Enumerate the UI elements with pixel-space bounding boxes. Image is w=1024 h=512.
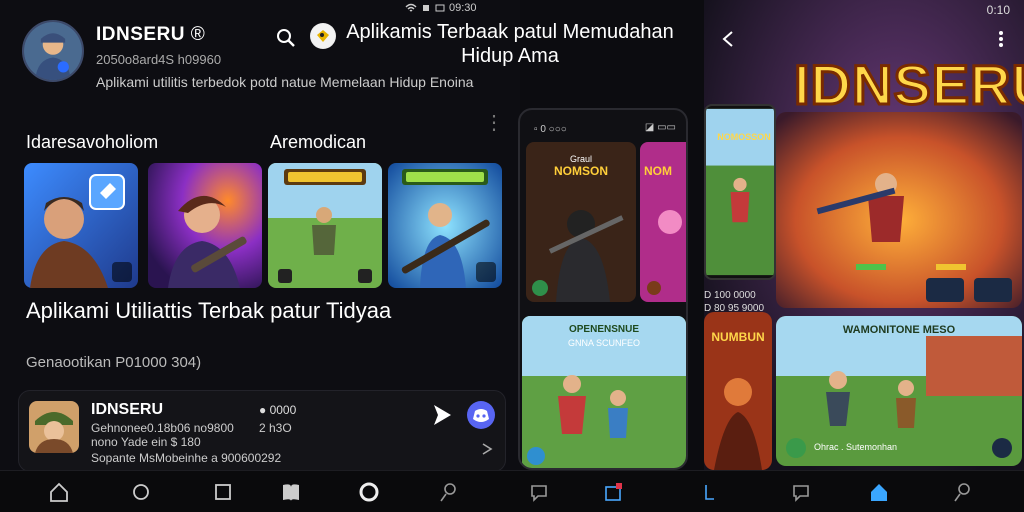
bottom-card-label: Ohrac . Sutemonhan: [814, 442, 898, 452]
middle-phone: ▫ 0 ○○○ ◪ ▭▭ Graul NOMSON NOM OPENENSNUE…: [518, 108, 688, 470]
chat-icon-2[interactable]: [790, 481, 812, 503]
kebab-icon[interactable]: [998, 30, 1004, 48]
side-card-label: NUMBUN: [711, 330, 765, 344]
bottom-card-top: WAMONITONE MESO: [842, 324, 956, 336]
app-row-icon: [29, 401, 79, 453]
bottom-card[interactable]: WAMONITONE MESO Ohrac . Sutemonhan: [776, 316, 1022, 466]
play-icon[interactable]: [431, 403, 453, 427]
right-panel: 0:10 IDNSERU NOMOSSON D 100 0000 D: [704, 0, 1024, 470]
right-stats-1: D 100 0000: [704, 290, 756, 301]
user-icon-2[interactable]: [952, 481, 974, 503]
mid-card-1[interactable]: Graul NOMSON: [526, 142, 636, 302]
left-panel: 09:30 IDNSERU ® 2050o8ard4S h09960 Aplik…: [0, 0, 674, 472]
bottom-navigation: [0, 470, 1024, 512]
app-row-line3: Sopante MsMobeinhe a 900600292: [91, 451, 282, 465]
registered-mark: ®: [190, 24, 206, 45]
app-row-title: IDNSERU: [91, 401, 164, 418]
app-avatar[interactable]: [22, 20, 84, 82]
search-icon[interactable]: [275, 27, 297, 49]
app-card-1[interactable]: [24, 163, 138, 288]
user-icon[interactable]: [438, 481, 460, 503]
chevron-icon[interactable]: [479, 441, 495, 457]
bird-icon: [311, 24, 335, 48]
mid-status-right: ◪ ▭▭: [644, 122, 676, 133]
inner-phone-label: NOMOSSON: [717, 132, 771, 142]
bottom-card-art: [776, 316, 1022, 466]
wifi-icon: [405, 3, 417, 12]
game-logo: IDNSERU: [792, 52, 1024, 118]
status-icons: 09:30: [405, 2, 477, 14]
side-tab-icon[interactable]: [698, 481, 720, 503]
app-row-line1: Gehnonee0.18b06 no9800: [91, 421, 234, 435]
mid-card-1-label: NOMSON: [554, 164, 608, 178]
mid-card-3[interactable]: OPENENSNUE GNNA SCUNFEO: [522, 316, 686, 468]
card-art-2: [148, 163, 262, 288]
app-id: 2050o8ard4S h09960: [96, 52, 222, 67]
mid-card-3-top: OPENENSNUE: [568, 324, 639, 335]
battery-icon: [435, 4, 445, 12]
back-arrow-icon[interactable]: [718, 28, 740, 50]
subline: Genaootikan P01000 304): [26, 354, 202, 371]
discord-glyph: [473, 409, 489, 422]
inner-phone[interactable]: NOMOSSON: [704, 104, 776, 280]
edit-badge: [476, 262, 496, 282]
card-art-3: [268, 163, 382, 288]
home-icon[interactable]: [48, 481, 70, 503]
mid-card-3-mid: GNNA SCUNFEO: [567, 338, 640, 348]
app-card-2[interactable]: [148, 163, 262, 288]
app-subtitle: Aplikami utilitis terbedok potd natue Me…: [96, 74, 474, 90]
square-icon[interactable]: [212, 481, 234, 503]
bell-icon: [423, 5, 429, 11]
mid-card-1-sub: Graul: [569, 154, 592, 164]
app-card-3[interactable]: [268, 163, 382, 288]
hero-card[interactable]: [776, 112, 1022, 308]
app-name: IDNSERU ®: [96, 24, 205, 46]
app-card-4[interactable]: [388, 163, 502, 288]
app-row-line2: nono Yade ein $ 180: [91, 435, 201, 449]
promo-text: Aplikamis Terbaak patul Memudahan Hidup …: [346, 21, 674, 67]
mid-status-left: ▫ 0 ○○○: [534, 124, 567, 135]
home-icon-active[interactable]: [868, 481, 890, 503]
app-row-stat1: ● 0000: [259, 403, 297, 417]
app-row-art: [29, 401, 79, 453]
ring-icon[interactable]: [358, 481, 380, 503]
section-title-1: Idaresavoholiom: [26, 132, 159, 152]
check-badge: [112, 262, 132, 282]
avatar-art: [24, 22, 82, 80]
app-row-stat2: 2 h3O: [259, 421, 292, 435]
side-card[interactable]: NUMBUN: [704, 312, 772, 470]
app-name-text: IDNSERU: [96, 24, 186, 45]
app-list-item[interactable]: IDNSERU Gehnonee0.18b06 no9800 nono Yade…: [18, 390, 506, 472]
right-status-time: 0:10: [986, 3, 1010, 17]
status-time: 09:30: [449, 2, 477, 14]
chat-icon[interactable]: [528, 481, 550, 503]
shop-icon[interactable]: [602, 481, 624, 503]
more-options-icon[interactable]: ⋮: [484, 113, 504, 133]
hero-card-art: [776, 112, 1022, 308]
promo-icon: [310, 23, 336, 49]
discord-icon[interactable]: [467, 401, 495, 429]
headline: Aplikami Utiliattis Terbak patur Tidyaa: [26, 298, 392, 323]
mid-card-2-label: NOM: [644, 164, 672, 178]
book-icon[interactable]: [280, 481, 302, 503]
circle-icon[interactable]: [130, 481, 152, 503]
section-title-2[interactable]: Aremodican: [270, 132, 366, 153]
mid-card-2[interactable]: NOM: [640, 142, 686, 302]
